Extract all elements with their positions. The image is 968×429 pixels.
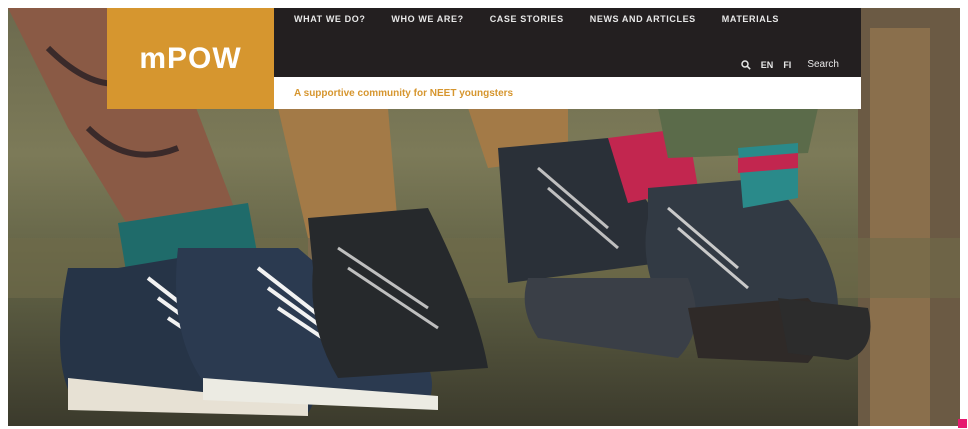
search-icon[interactable]	[741, 59, 751, 70]
site-tagline: A supportive community for NEET youngste…	[294, 87, 514, 99]
nav-item-materials[interactable]: MATERIALS	[722, 14, 779, 24]
language-en-link[interactable]: EN	[761, 60, 774, 70]
nav-links: WHAT WE DO? WHO WE ARE? CASE STORIES NEW…	[294, 14, 861, 24]
nav-item-who-we-are[interactable]: WHO WE ARE?	[391, 14, 463, 24]
tagline-bar: A supportive community for NEET youngste…	[274, 77, 861, 109]
nav-item-case-stories[interactable]: CASE STORIES	[490, 14, 564, 24]
language-fi-link[interactable]: FI	[783, 60, 791, 70]
main-navigation: WHAT WE DO? WHO WE ARE? CASE STORIES NEW…	[274, 8, 861, 77]
site-logo[interactable]: mPOW	[107, 8, 274, 109]
page-edge	[960, 0, 968, 429]
nav-tools: EN FI Search	[741, 59, 839, 70]
nav-item-what-we-do[interactable]: WHAT WE DO?	[294, 14, 365, 24]
site-header: mPOW WHAT WE DO? WHO WE ARE? CASE STORIE…	[107, 8, 861, 109]
nav-item-news-and-articles[interactable]: NEWS AND ARTICLES	[590, 14, 696, 24]
logo-text: mPOW	[139, 41, 242, 75]
corner-marker	[958, 419, 967, 428]
search-link[interactable]: Search	[807, 59, 839, 70]
